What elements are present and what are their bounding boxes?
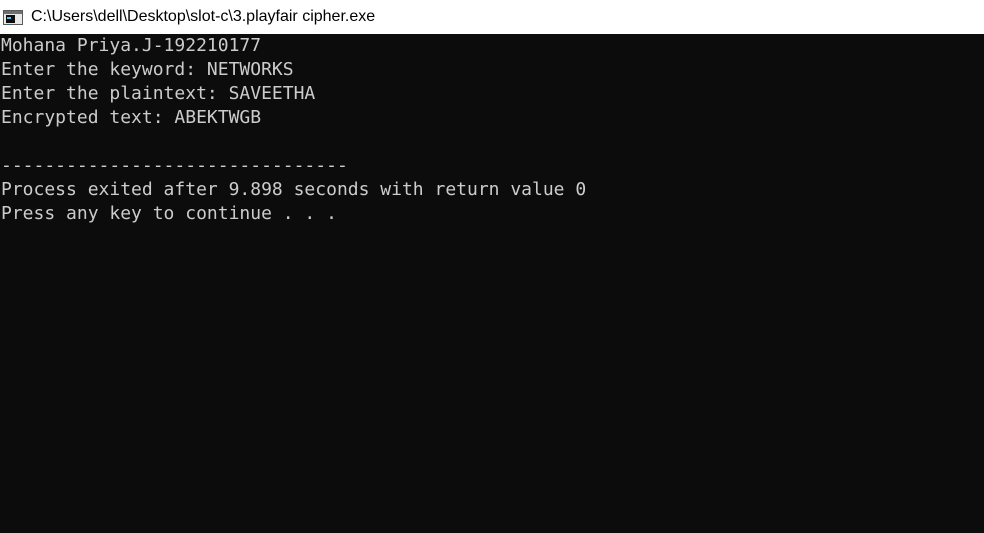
console-line-encrypted: Encrypted text: ABEKTWGB <box>1 107 262 128</box>
console-line-continue-prompt: Press any key to continue . . . <box>1 203 337 224</box>
title-bar[interactable]: C:\Users\dell\Desktop\slot-c\3.playfair … <box>0 0 984 34</box>
console-separator: -------------------------------- <box>1 155 348 176</box>
window-title: C:\Users\dell\Desktop\slot-c\3.playfair … <box>31 8 376 25</box>
console-window[interactable]: C:\Users\dell\Desktop\slot-c\3.playfair … <box>0 0 984 533</box>
console-app-icon <box>3 9 23 25</box>
console-line-keyword: Enter the keyword: NETWORKS <box>1 59 294 80</box>
console-line-author: Mohana Priya.J-192210177 <box>1 35 262 56</box>
console-line-plaintext: Enter the plaintext: SAVEETHA <box>1 83 316 104</box>
console-line-blank <box>0 130 984 154</box>
console-output[interactable]: Mohana Priya.J-192210177 Enter the keywo… <box>0 34 984 533</box>
console-line-exit-status: Process exited after 9.898 seconds with … <box>1 179 587 200</box>
